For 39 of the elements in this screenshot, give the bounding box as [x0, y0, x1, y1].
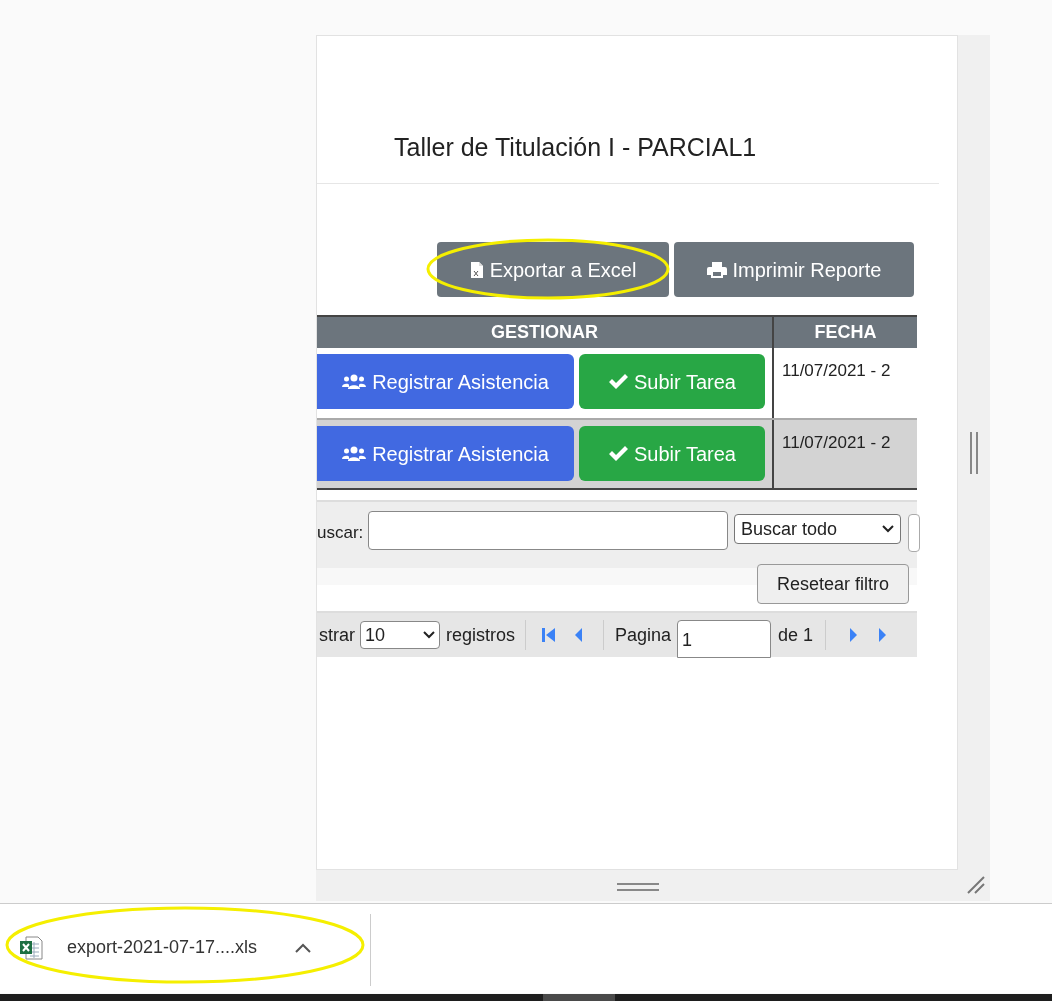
spreadsheet-file-icon — [18, 934, 44, 961]
attendance-button[interactable]: Registrar Asistencia — [317, 426, 574, 481]
search-label: uscar: — [317, 522, 364, 544]
resize-grip-icon[interactable] — [966, 875, 986, 895]
check-icon — [608, 445, 629, 462]
page-count: de 1 — [778, 623, 814, 647]
file-icon — [469, 260, 484, 279]
records-label: registros — [446, 623, 516, 647]
caret-up-icon[interactable] — [295, 942, 312, 953]
check-icon — [608, 373, 629, 390]
horizontal-resize-handle[interactable] — [617, 883, 659, 891]
reset-filter-button[interactable]: Resetear filtro — [757, 564, 909, 604]
previous-page-icon[interactable] — [574, 627, 584, 643]
chevron-down-icon — [423, 631, 435, 639]
page-number-field[interactable]: 1 — [677, 620, 772, 658]
upload-button[interactable]: Subir Tarea — [579, 354, 765, 409]
users-icon — [342, 373, 367, 390]
page-size-dropdown[interactable]: 10 — [360, 621, 440, 649]
scope-dropdown[interactable]: Buscar todo — [734, 514, 901, 544]
print-button[interactable]: Imprimir Reporte — [674, 242, 914, 297]
clipped-button[interactable] — [908, 514, 920, 552]
page-title: Taller de Titulación I - PARCIAL1 — [394, 132, 757, 163]
show-label: strar — [319, 623, 355, 647]
download-filename[interactable]: export-2021-07-17....xls — [67, 934, 258, 961]
first-page-icon[interactable] — [542, 627, 557, 643]
chevron-down-icon — [882, 525, 894, 533]
vertical-resize-handle[interactable] — [970, 432, 978, 474]
users-icon — [342, 445, 367, 462]
search-field[interactable] — [368, 511, 728, 550]
next-page-icon[interactable] — [849, 627, 859, 643]
last-page-icon[interactable] — [878, 627, 888, 643]
export-button[interactable]: Exportar a Excel — [437, 242, 669, 297]
printer-icon — [706, 260, 727, 279]
page-label: Pagina — [615, 623, 672, 647]
column-header: FECHA — [813, 321, 878, 344]
date-cell: 11/07/2021 - 2 — [782, 433, 891, 452]
date-cell: 11/07/2021 - 2 — [782, 361, 891, 380]
upload-button[interactable]: Subir Tarea — [579, 426, 765, 481]
attendance-button[interactable]: Registrar Asistencia — [317, 354, 574, 409]
